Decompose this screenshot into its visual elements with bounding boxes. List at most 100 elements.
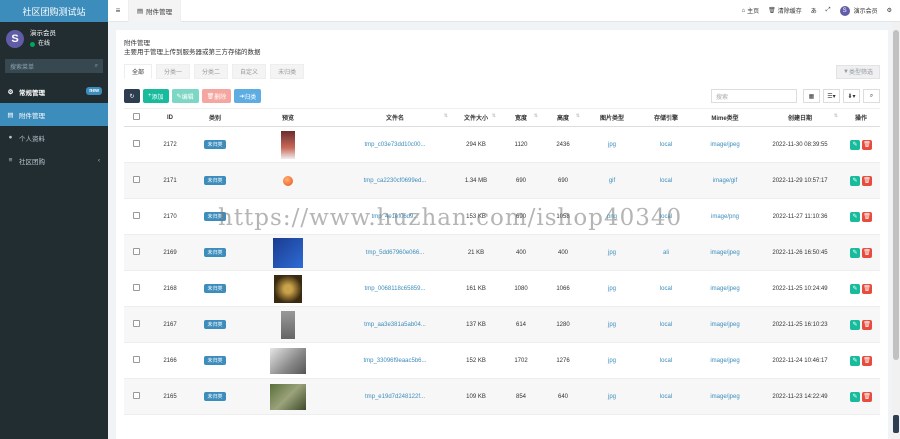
brand-title[interactable]: 社区团购测试站 [0,0,108,22]
mime-link[interactable]: image/jpeg [710,286,739,292]
add-button[interactable]: + 添加 [143,89,169,103]
cell-preview[interactable] [238,126,338,163]
header-id[interactable]: ID [148,108,192,127]
sidebar-search-input[interactable]: 搜索菜单 ⌕ [5,59,103,73]
image-type-link[interactable]: jpg [608,142,616,148]
export-button[interactable]: ⬇▾ [843,89,860,103]
tab-custom[interactable]: 自定义 [232,64,267,79]
filename-link[interactable]: tmp_aa3e381a5ab04... [364,322,426,328]
mime-link[interactable]: image/png [711,214,739,220]
image-type-link[interactable]: jpg [608,358,616,364]
tab-category-2[interactable]: 分类二 [194,64,229,79]
sidebar-item-general[interactable]: ⚙ 常规管理 new [0,80,108,103]
tab-all[interactable]: 全部 [124,64,153,79]
storage-link[interactable]: local [660,142,672,148]
mime-link[interactable]: image/jpeg [710,142,739,148]
sidebar-item-attachments[interactable]: ▤ 附件管理 [0,103,108,126]
header-height[interactable]: 高度 ⇅ [542,108,584,127]
filename-link[interactable]: tmp_0068118c65859... [365,286,426,292]
fullscreen-button[interactable]: ⤢ [826,7,831,14]
row-checkbox[interactable] [124,234,148,271]
edit-button[interactable]: ✎ 编辑 [171,89,199,103]
sidebar-item-group-buying[interactable]: ≡ 社区团购 ‹ [0,149,108,172]
home-link[interactable]: ⌂ 主页 [741,6,759,16]
image-type-link[interactable]: jpg [608,250,616,256]
row-delete-button[interactable]: 🗑 [862,391,872,402]
row-delete-button[interactable]: 🗑 [862,139,872,150]
table-search-input[interactable]: 搜索 [711,89,797,103]
clear-cache-button[interactable]: 🗑 清除缓存 [768,6,802,15]
row-edit-button[interactable]: ✎ [850,247,860,258]
filename-link[interactable]: tmp_e19d7d248122f... [365,394,425,400]
row-edit-button[interactable]: ✎ [850,139,860,150]
header-width[interactable]: 宽度 ⇅ [500,108,542,127]
mime-link[interactable]: image/jpeg [710,394,739,400]
filename-link[interactable]: tmp_ca2230cf0699ed... [364,178,427,184]
row-checkbox[interactable] [124,378,148,415]
menu-toggle-icon[interactable]: ≡ [108,6,128,15]
row-edit-button[interactable]: ✎ [850,283,860,294]
row-delete-button[interactable]: 🗑 [862,355,872,366]
row-checkbox[interactable] [124,306,148,343]
row-checkbox[interactable] [124,342,148,379]
storage-link[interactable]: ali [663,250,669,256]
header-filename[interactable]: 文件名 ⇅ [338,108,452,127]
cell-preview[interactable] [238,342,338,379]
row-checkbox[interactable] [124,126,148,163]
classify-button[interactable]: ➜ 归类 [234,89,262,103]
mime-link[interactable]: image/jpeg [710,358,739,364]
user-menu[interactable]: S 演示会员 [839,5,878,16]
row-delete-button[interactable]: 🗑 [862,175,872,186]
row-delete-button[interactable]: 🗑 [862,211,872,222]
cell-preview[interactable] [238,378,338,415]
filename-link[interactable]: tmp_5dd67960e066... [366,250,424,256]
cell-preview[interactable] [238,234,338,271]
cell-preview[interactable] [238,306,338,343]
settings-button[interactable]: ⚙ [887,7,892,14]
mime-link[interactable]: image/jpeg [710,250,739,256]
row-edit-button[interactable]: ✎ [850,355,860,366]
tab-category-1[interactable]: 分类一 [156,64,191,79]
image-type-link[interactable]: jpg [608,394,616,400]
row-checkbox[interactable] [124,270,148,307]
mime-link[interactable]: image/gif [713,178,737,184]
storage-link[interactable]: local [660,358,672,364]
columns-button[interactable]: ☰▾ [823,89,840,103]
refresh-button[interactable]: ↻ [124,89,140,103]
row-delete-button[interactable]: 🗑 [862,247,872,258]
storage-link[interactable]: local [660,286,672,292]
row-delete-button[interactable]: 🗑 [862,319,872,330]
page-scrollbar[interactable] [892,22,900,439]
view-toggle-button[interactable]: ▦ [803,89,820,103]
row-delete-button[interactable]: 🗑 [862,283,872,294]
mime-link[interactable]: image/jpeg [710,322,739,328]
tab-attachments[interactable]: ▤ 附件管理 [128,0,182,22]
delete-button[interactable]: 🗑 删除 [201,89,232,103]
row-checkbox[interactable] [124,198,148,235]
scrollbar-thumb[interactable] [893,30,899,360]
storage-link[interactable]: local [660,322,672,328]
select-all-checkbox[interactable] [124,108,148,127]
row-edit-button[interactable]: ✎ [850,211,860,222]
filename-link[interactable]: tmp_33096f9eaac5b6... [363,358,426,364]
advanced-search-button[interactable]: ⌕ [863,89,880,103]
language-button[interactable]: あ [811,6,817,15]
row-checkbox[interactable] [124,162,148,199]
cell-preview[interactable] [238,162,338,199]
image-type-link[interactable]: jpg [608,322,616,328]
image-type-link[interactable]: gif [609,178,615,184]
row-edit-button[interactable]: ✎ [850,319,860,330]
cell-preview[interactable] [238,270,338,307]
row-edit-button[interactable]: ✎ [850,175,860,186]
storage-link[interactable]: local [660,394,672,400]
sidebar-item-profile[interactable]: ● 个人资料 [0,126,108,149]
header-filesize[interactable]: 文件大小 ⇅ [452,108,500,127]
filename-link[interactable]: tmp_c03e73dd10c00... [364,142,425,148]
header-created[interactable]: 创建日期 ⇅ [758,108,842,127]
type-filter-button[interactable]: ▼ 类型筛选 [836,64,880,79]
storage-link[interactable]: local [660,178,672,184]
tab-unclassified[interactable]: 未归类 [270,64,305,79]
image-type-link[interactable]: jpg [608,286,616,292]
row-edit-button[interactable]: ✎ [850,391,860,402]
scroll-top-button[interactable] [893,415,899,433]
